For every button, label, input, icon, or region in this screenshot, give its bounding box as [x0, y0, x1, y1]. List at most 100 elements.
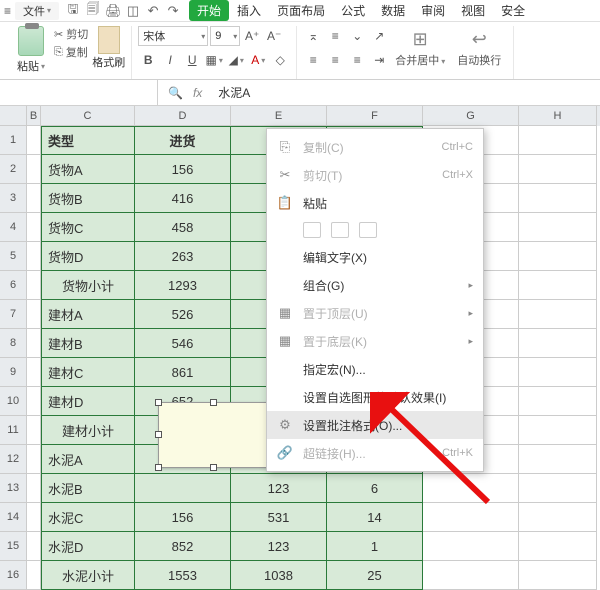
tab-insert[interactable]: 插入: [229, 0, 269, 21]
formula-input[interactable]: 水泥A: [212, 84, 600, 101]
cell-C9[interactable]: 建材C: [41, 358, 135, 387]
cell-B6[interactable]: [27, 271, 41, 300]
font-name-dropdown[interactable]: 宋体: [138, 26, 208, 46]
row-header[interactable]: 16: [0, 561, 27, 590]
cell-B13[interactable]: [27, 474, 41, 503]
ctx-group[interactable]: 组合(G) ▸: [267, 271, 483, 299]
align-center-icon[interactable]: ≡: [325, 50, 345, 70]
cell-G16[interactable]: [423, 561, 519, 590]
cell-C8[interactable]: 建材B: [41, 329, 135, 358]
cell-H8[interactable]: [519, 329, 597, 358]
cell-C15[interactable]: 水泥D: [41, 532, 135, 561]
wrap-text-button[interactable]: ↩ 自动换行: [451, 26, 507, 68]
col-header-H[interactable]: H: [519, 106, 597, 126]
align-middle-icon[interactable]: ≡: [325, 26, 345, 46]
tab-formula[interactable]: 公式: [333, 0, 373, 21]
zoom-icon[interactable]: 🔍: [168, 86, 183, 100]
fx-icon[interactable]: fx: [193, 86, 202, 100]
resize-handle-sw[interactable]: [155, 464, 162, 471]
cell-E16[interactable]: 1038: [231, 561, 327, 590]
ctx-paste[interactable]: 📋 粘贴: [267, 189, 483, 217]
row-header[interactable]: 6: [0, 271, 27, 300]
cell-D14[interactable]: 156: [135, 503, 231, 532]
row-header[interactable]: 10: [0, 387, 27, 416]
ctx-send-back[interactable]: ▦ 置于底层(K) ▸: [267, 327, 483, 355]
cell-H14[interactable]: [519, 503, 597, 532]
cell-H15[interactable]: [519, 532, 597, 561]
col-header-C[interactable]: C: [41, 106, 135, 126]
cell-B11[interactable]: [27, 416, 41, 445]
cell-D3[interactable]: 416: [135, 184, 231, 213]
cell-H3[interactable]: [519, 184, 597, 213]
hamburger-icon[interactable]: ≡: [4, 4, 11, 18]
cell-D16[interactable]: 1553: [135, 561, 231, 590]
resize-handle-n[interactable]: [210, 399, 217, 406]
tab-data[interactable]: 数据: [373, 0, 413, 21]
italic-button[interactable]: I: [160, 50, 180, 70]
align-left-icon[interactable]: ≡: [303, 50, 323, 70]
orientation-icon[interactable]: ↗: [369, 26, 389, 46]
undo-icon[interactable]: ↶: [145, 3, 161, 19]
col-header-F[interactable]: F: [327, 106, 423, 126]
save-as-icon[interactable]: 🗐: [85, 0, 101, 22]
paste-button[interactable]: 粘贴▾: [12, 26, 50, 74]
resize-handle-s[interactable]: [210, 464, 217, 471]
resize-handle-w[interactable]: [155, 431, 162, 438]
align-top-icon[interactable]: ⌅: [303, 26, 323, 46]
cell-D6[interactable]: 1293: [135, 271, 231, 300]
align-right-icon[interactable]: ≡: [347, 50, 367, 70]
cell-F13[interactable]: 6: [327, 474, 423, 503]
row-header[interactable]: 5: [0, 242, 27, 271]
col-header-E[interactable]: E: [231, 106, 327, 126]
name-box[interactable]: [0, 80, 158, 105]
increase-font-icon[interactable]: A⁺: [242, 26, 262, 46]
cell-H6[interactable]: [519, 271, 597, 300]
paste-option-2-icon[interactable]: [331, 222, 349, 238]
cell-G13[interactable]: [423, 474, 519, 503]
align-bottom-icon[interactable]: ⌄: [347, 26, 367, 46]
ctx-copy[interactable]: ⎘ 复制(C) Ctrl+C: [267, 133, 483, 161]
ctx-hyperlink[interactable]: 🔗 超链接(H)... Ctrl+K: [267, 439, 483, 467]
cell-C11[interactable]: 建材小计: [41, 416, 135, 445]
cell-B3[interactable]: [27, 184, 41, 213]
decrease-font-icon[interactable]: A⁻: [264, 26, 284, 46]
cell-H12[interactable]: [519, 445, 597, 474]
cell-B5[interactable]: [27, 242, 41, 271]
ctx-set-default[interactable]: 设置自选图形的默认效果(I): [267, 383, 483, 411]
row-header[interactable]: 11: [0, 416, 27, 445]
ctx-edit-text[interactable]: 编辑文字(X): [267, 243, 483, 271]
cell-F15[interactable]: 1: [327, 532, 423, 561]
col-header-G[interactable]: G: [423, 106, 519, 126]
bold-button[interactable]: B: [138, 50, 158, 70]
cell-F16[interactable]: 25: [327, 561, 423, 590]
cell-H9[interactable]: [519, 358, 597, 387]
cell-D15[interactable]: 852: [135, 532, 231, 561]
cell-C4[interactable]: 货物C: [41, 213, 135, 242]
row-header[interactable]: 7: [0, 300, 27, 329]
ctx-assign-macro[interactable]: 指定宏(N)...: [267, 355, 483, 383]
col-header-D[interactable]: D: [135, 106, 231, 126]
row-header[interactable]: 9: [0, 358, 27, 387]
cell-D13[interactable]: [135, 474, 231, 503]
font-size-dropdown[interactable]: 9: [210, 26, 240, 46]
cell-H16[interactable]: [519, 561, 597, 590]
cell-B7[interactable]: [27, 300, 41, 329]
row-header[interactable]: 1: [0, 126, 27, 155]
cell-D1[interactable]: 进货: [135, 126, 231, 155]
ctx-cut[interactable]: ✂ 剪切(T) Ctrl+X: [267, 161, 483, 189]
cell-D8[interactable]: 546: [135, 329, 231, 358]
cell-H2[interactable]: [519, 155, 597, 184]
cell-F14[interactable]: 14: [327, 503, 423, 532]
cell-B14[interactable]: [27, 503, 41, 532]
font-color-button[interactable]: A▾: [248, 50, 268, 70]
underline-button[interactable]: U: [182, 50, 202, 70]
cell-B15[interactable]: [27, 532, 41, 561]
border-button[interactable]: ▦▾: [204, 50, 224, 70]
cell-B2[interactable]: [27, 155, 41, 184]
cell-H4[interactable]: [519, 213, 597, 242]
cell-B12[interactable]: [27, 445, 41, 474]
cell-C12[interactable]: 水泥A: [41, 445, 135, 474]
cell-C16[interactable]: 水泥小计: [41, 561, 135, 590]
cell-H11[interactable]: [519, 416, 597, 445]
col-header-B[interactable]: B: [27, 106, 41, 126]
